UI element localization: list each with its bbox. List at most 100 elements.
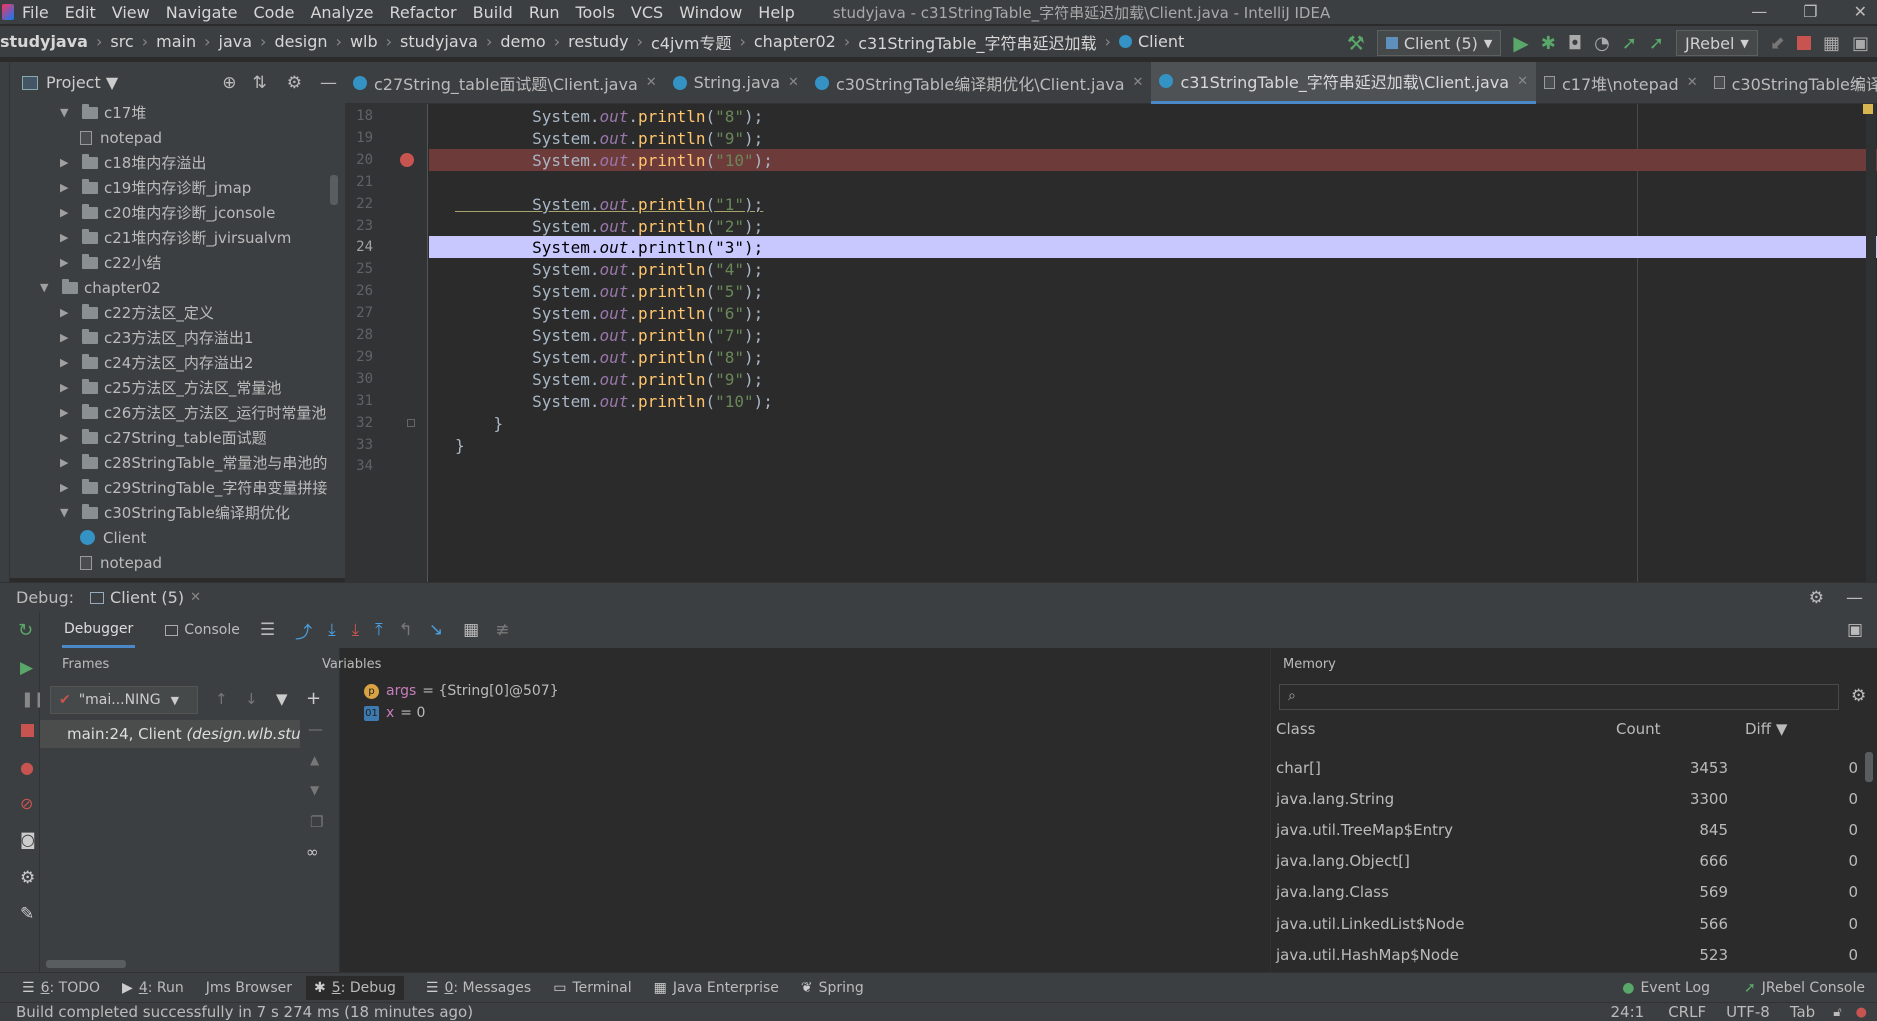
menu-item-code[interactable]: Code xyxy=(254,3,295,22)
collapsed-arrow-icon[interactable]: ▶ xyxy=(60,456,72,469)
gear-icon[interactable]: ⚙ xyxy=(1809,588,1824,608)
collapsed-arrow-icon[interactable]: ▶ xyxy=(60,181,72,194)
memory-row[interactable]: java.lang.Object[] 666 0 xyxy=(1271,846,1877,877)
breadcrumb-item[interactable]: c31StringTable_字符串延迟加载 xyxy=(858,30,1096,54)
jrebel-console-button[interactable]: ➚ JRebel Console xyxy=(1744,980,1865,996)
force-step-into-icon[interactable]: ⤒ xyxy=(375,620,383,640)
memory-row[interactable]: java.lang.String 3300 0 xyxy=(1271,783,1877,814)
collapsed-arrow-icon[interactable]: ▶ xyxy=(60,206,72,219)
menu-item-refactor[interactable]: Refactor xyxy=(390,3,457,22)
menu-item-edit[interactable]: Edit xyxy=(65,3,96,22)
stop-icon[interactable] xyxy=(1796,36,1811,50)
menu-item-navigate[interactable]: Navigate xyxy=(166,3,238,22)
col-count[interactable]: Count xyxy=(1616,720,1661,738)
run-config-select[interactable]: Client (5) ▼ xyxy=(1376,30,1502,56)
mute-breakpoints-icon[interactable]: ⊘ xyxy=(20,794,33,813)
lock-icon[interactable]: 🔓︎ xyxy=(1833,1005,1841,1020)
menu-item-tools[interactable]: Tools xyxy=(576,3,615,22)
breadcrumb-item[interactable]: design xyxy=(274,32,327,51)
notification-icon[interactable]: ● xyxy=(1856,1005,1867,1020)
close-tab-icon[interactable]: ✕ xyxy=(1517,74,1528,89)
breadcrumb-item[interactable]: c4jvm专题 xyxy=(651,30,731,54)
editor-tab[interactable]: c30StringTable编译期优化\Client.java ✕ xyxy=(807,62,1152,104)
tree-node[interactable]: ▶ c27String_table面试题 xyxy=(10,425,345,450)
add-icon[interactable]: + xyxy=(306,688,321,709)
gear-icon[interactable]: ⚙ xyxy=(287,73,302,93)
breadcrumb-item[interactable]: java xyxy=(219,32,253,51)
breadcrumb-item[interactable]: demo xyxy=(500,32,545,51)
tree-node[interactable]: ▶ c23方法区_内存溢出1 xyxy=(10,325,345,350)
collapsed-arrow-icon[interactable]: ▶ xyxy=(60,306,72,319)
copy-icon[interactable]: ❐ xyxy=(310,813,323,831)
debug-session-tab[interactable]: Client (5) ✕ xyxy=(90,588,201,607)
menu-item-analyze[interactable]: Analyze xyxy=(310,3,373,22)
layout-icon[interactable]: ▣ xyxy=(1852,33,1869,54)
frame-item[interactable]: main:24, Client (design.wlb.study xyxy=(40,720,300,748)
tree-node[interactable]: ▶ c26方法区_方法区_运行时常量池 xyxy=(10,400,345,425)
menu-item-view[interactable]: View xyxy=(112,3,150,22)
file-encoding[interactable]: UTF-8 xyxy=(1726,1003,1770,1021)
collapsed-arrow-icon[interactable]: ▶ xyxy=(60,481,72,494)
tree-node[interactable]: notepad xyxy=(10,550,345,575)
resume-icon[interactable]: ▶ xyxy=(20,658,33,678)
step-over-icon[interactable]: ⤓ xyxy=(328,620,336,640)
breadcrumb-item[interactable]: Client xyxy=(1138,32,1184,51)
memory-row[interactable]: java.lang.Class 569 0 xyxy=(1271,877,1877,908)
stop-icon[interactable] xyxy=(21,724,34,737)
down-small-icon[interactable]: ▼ xyxy=(310,783,319,797)
close-tab-icon[interactable]: ✕ xyxy=(190,590,201,605)
code-editor[interactable]: System.out.println("8"); System.out.prin… xyxy=(429,104,1877,582)
tree-node[interactable]: ▼ c17堆 xyxy=(10,100,345,125)
trace-icon[interactable]: ≢ xyxy=(495,620,509,640)
collapse-all-icon[interactable]: ⇅ xyxy=(253,73,267,93)
camera-icon[interactable]: ◙ xyxy=(20,830,36,849)
run-icon[interactable]: ▶ xyxy=(1513,31,1528,55)
collapsed-arrow-icon[interactable]: ▶ xyxy=(60,431,72,444)
indent-setting[interactable]: Tab xyxy=(1790,1003,1815,1021)
tabs-overflow-icon[interactable]: ⌄ xyxy=(1852,72,1864,88)
caret-position[interactable]: 24:1 xyxy=(1611,1003,1645,1021)
restore-layout-icon[interactable]: ▣ xyxy=(1847,620,1863,640)
tab-console[interactable]: Console xyxy=(165,622,240,638)
expanded-arrow-icon[interactable]: ▼ xyxy=(60,506,72,519)
tree-node[interactable]: ▶ c22小结 xyxy=(10,250,345,275)
memory-scrollbar[interactable] xyxy=(1865,752,1873,782)
tool-window-3[interactable]: ✱ 5: Debug xyxy=(306,975,404,1000)
frames-hscroll[interactable] xyxy=(46,960,126,968)
minimize-icon[interactable]: — xyxy=(1751,2,1767,21)
memory-row[interactable]: java.util.HashMap$Node 523 0 xyxy=(1271,939,1877,970)
view-breakpoints-icon[interactable]: ● xyxy=(20,758,34,777)
menu-lines-icon[interactable]: ☰ xyxy=(260,620,275,640)
expanded-arrow-icon[interactable]: ▼ xyxy=(60,106,72,119)
gear-icon[interactable]: ⚙ xyxy=(1851,686,1866,706)
close-tab-icon[interactable]: ✕ xyxy=(646,75,657,90)
restore-icon[interactable]: ❐ xyxy=(1803,2,1817,21)
tree-node[interactable]: ▼ c30StringTable编译期优化 xyxy=(10,500,345,525)
tree-node[interactable]: ▶ c25方法区_方法区_常量池 xyxy=(10,375,345,400)
memory-row[interactable]: char[] 3453 0 xyxy=(1271,752,1877,783)
tree-node[interactable]: ▶ c20堆内存诊断_jconsole xyxy=(10,200,345,225)
collapsed-arrow-icon[interactable]: ▶ xyxy=(60,331,72,344)
tree-node[interactable]: ▶ c24方法区_内存溢出2 xyxy=(10,350,345,375)
project-structure-icon[interactable]: ▦ xyxy=(1823,33,1840,54)
editor-tab[interactable]: c31StringTable_字符串延迟加载\Client.java ✕ xyxy=(1151,61,1536,104)
editor-scrollbar[interactable] xyxy=(1866,104,1876,582)
evaluate-expression-icon[interactable]: ▦ xyxy=(463,620,479,640)
filter-icon[interactable]: ▼ xyxy=(276,690,288,708)
breadcrumb-item[interactable]: main xyxy=(156,32,196,51)
tool-window-6[interactable]: ▦ Java Enterprise xyxy=(654,980,779,996)
build-hammer-icon[interactable]: ⚒ xyxy=(1347,31,1365,55)
close-tab-icon[interactable]: ✕ xyxy=(1133,75,1144,90)
show-execution-point-icon[interactable]: ⤴ xyxy=(295,618,312,643)
tab-debugger[interactable]: Debugger xyxy=(62,613,136,648)
breadcrumb-item[interactable]: src xyxy=(110,32,133,51)
menu-item-vcs[interactable]: VCS xyxy=(631,3,663,22)
tree-node[interactable]: ▶ c18堆内存溢出 xyxy=(10,150,345,175)
tree-node[interactable]: notepad xyxy=(10,125,345,150)
line-separator[interactable]: CRLF xyxy=(1668,1003,1706,1021)
tool-window-7[interactable]: ❦ Spring xyxy=(801,980,864,996)
expanded-arrow-icon[interactable]: ▼ xyxy=(40,281,52,294)
tool-window-0[interactable]: ☰ 6: TODO xyxy=(22,980,100,996)
jrebel-select[interactable]: JRebel ▼ xyxy=(1676,30,1758,56)
collapsed-arrow-icon[interactable]: ▶ xyxy=(60,406,72,419)
